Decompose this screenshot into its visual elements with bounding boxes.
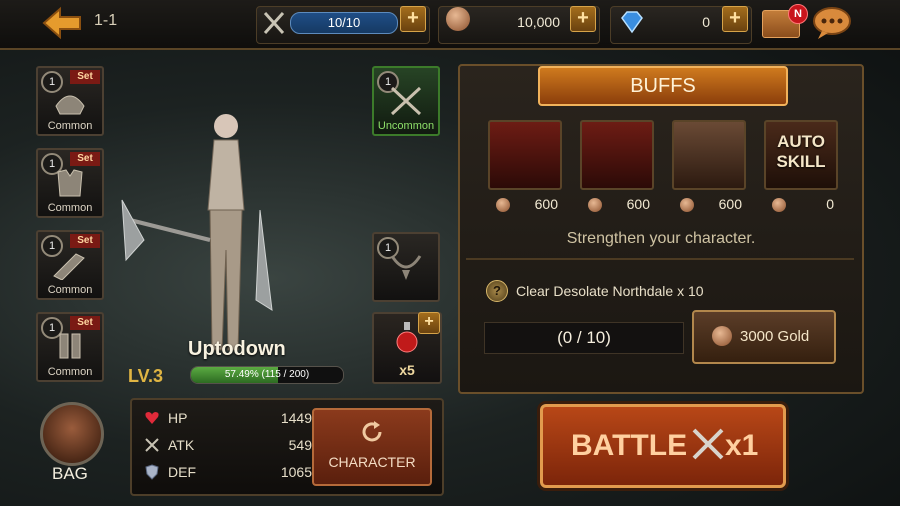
- equipment-slot-weapon[interactable]: 1 Uncommon: [372, 66, 440, 136]
- auto-skill-buff-icon: AUTO SKILL: [764, 120, 838, 190]
- battle-button[interactable]: BATTLE x1: [540, 404, 786, 488]
- gold-amount: 10,000: [517, 14, 560, 30]
- set-tag: Set: [70, 152, 100, 166]
- gem-icon: [618, 10, 646, 34]
- swords-icon: [144, 437, 160, 453]
- add-energy-button[interactable]: +: [400, 6, 426, 32]
- equipment-slot-helmet[interactable]: 1 Set Common: [36, 66, 104, 136]
- bag-label: BAG: [52, 464, 88, 483]
- potion-icon: [396, 320, 418, 354]
- potion-slot[interactable]: + x5: [372, 312, 442, 384]
- set-tag: Set: [70, 234, 100, 248]
- xp-text: 57.49% (115 / 200): [224, 369, 310, 380]
- buff-cost: 600: [534, 196, 558, 212]
- buff-cost: 600: [626, 196, 650, 212]
- stat-value: 549: [288, 437, 312, 453]
- gauntlet-icon: [52, 250, 88, 281]
- character-button-label: CHARACTER: [328, 454, 416, 470]
- stat-row-def: DEF 1065: [142, 462, 312, 482]
- equipment-slot-armor[interactable]: 1 Set Common: [36, 148, 104, 218]
- battle-label: BATTLE: [571, 429, 688, 462]
- stat-value: 1065: [280, 464, 312, 480]
- boots-icon: [52, 332, 88, 362]
- gem-amount: 0: [702, 14, 710, 30]
- quest-reward-button[interactable]: 3000 Gold: [692, 310, 836, 364]
- stat-label: DEF: [168, 464, 196, 480]
- coin-icon: [712, 326, 732, 346]
- crossed-axes-icon: [388, 86, 424, 116]
- refresh-icon: [360, 420, 384, 444]
- back-arrow-icon[interactable]: [42, 6, 82, 40]
- equipment-slot-boots[interactable]: 1 Set Common: [36, 312, 104, 382]
- crossed-swords-icon: [262, 10, 286, 36]
- equipment-slot-gloves[interactable]: 1 Set Common: [36, 230, 104, 300]
- panel-divider: [466, 258, 854, 260]
- armor-icon: [52, 168, 88, 198]
- buffs-title: BUFFS: [538, 66, 788, 106]
- reward-label: 3000 Gold: [740, 328, 810, 345]
- slot-rarity: Common: [47, 120, 93, 132]
- muscle-buff-icon: [672, 120, 746, 190]
- gold-coin-icon: [446, 7, 470, 31]
- set-tag: Set: [70, 70, 100, 84]
- chat-icon[interactable]: [812, 6, 852, 40]
- add-gem-button[interactable]: +: [722, 6, 748, 32]
- stat-label: HP: [168, 410, 188, 426]
- battle-multiplier: x1: [725, 429, 759, 462]
- hero-name: Uptodown: [188, 338, 286, 360]
- gauntlet-buff-icon: [488, 120, 562, 190]
- coin-icon: [772, 198, 786, 212]
- potion-count: x5: [399, 362, 415, 378]
- slot-rarity: Common: [47, 284, 93, 296]
- stat-row-atk: ATK 549: [142, 435, 312, 455]
- slot-rarity: Common: [47, 202, 93, 214]
- buff-cost: 600: [718, 196, 742, 212]
- buff-gauntlet[interactable]: 600: [488, 120, 562, 216]
- quest-text: Clear Desolate Northdale x 10: [516, 283, 704, 299]
- slot-rarity: Common: [47, 366, 93, 378]
- buff-armor[interactable]: 600: [580, 120, 654, 216]
- add-potion-button[interactable]: +: [418, 312, 440, 334]
- buff-auto-skill[interactable]: AUTO SKILL 0: [764, 120, 838, 216]
- stat-value: 1449: [280, 410, 312, 426]
- hero-level: LV.3: [128, 366, 164, 386]
- bag-icon[interactable]: [40, 402, 104, 466]
- add-gold-button[interactable]: +: [570, 6, 596, 32]
- stat-row-hp: HP 1449: [142, 408, 312, 428]
- coin-icon: [680, 198, 694, 212]
- new-mail-badge: N: [788, 4, 808, 24]
- hero-character: [120, 100, 280, 360]
- xp-bar: 57.49% (115 / 200): [190, 366, 344, 384]
- stage-label: 1-1: [94, 12, 118, 29]
- energy-counter: 10/10: [290, 12, 398, 34]
- necklace-icon: [388, 252, 424, 282]
- helmet-icon: [52, 86, 88, 116]
- heart-icon: [144, 410, 160, 426]
- set-tag: Set: [70, 316, 100, 330]
- character-button[interactable]: CHARACTER: [312, 408, 432, 486]
- armor-buff-icon: [580, 120, 654, 190]
- slot-rarity: Uncommon: [377, 120, 435, 132]
- quest-progress: (0 / 10): [484, 322, 684, 354]
- question-icon: ?: [486, 280, 508, 302]
- coin-icon: [588, 198, 602, 212]
- shield-icon: [144, 464, 160, 480]
- equipment-slot-necklace[interactable]: 1: [372, 232, 440, 302]
- buff-cost: 0: [826, 196, 834, 212]
- coin-icon: [496, 198, 510, 212]
- crossed-swords-icon: [691, 427, 725, 461]
- buffs-subtitle: Strengthen your character.: [566, 230, 756, 247]
- stat-label: ATK: [168, 437, 195, 453]
- auto-skill-label: AUTO SKILL: [776, 132, 826, 171]
- buff-strength[interactable]: 600: [672, 120, 746, 216]
